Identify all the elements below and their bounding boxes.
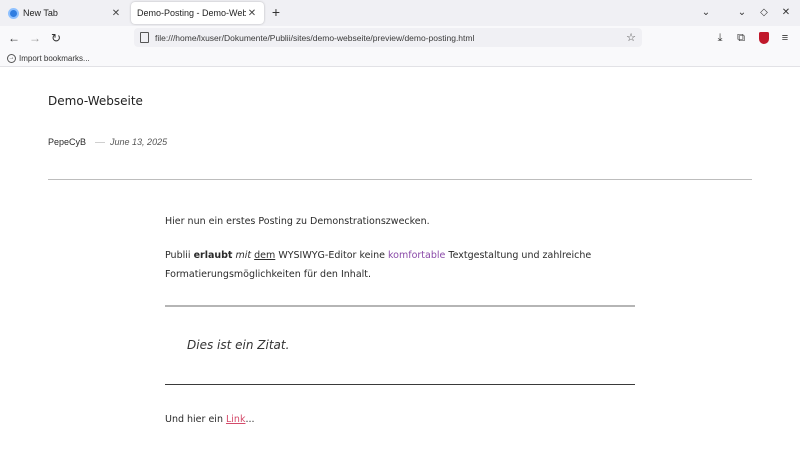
meta-separator <box>95 141 106 143</box>
reload-icon[interactable]: ↻ <box>48 30 64 46</box>
italic-text: mit <box>235 250 252 261</box>
colored-text: komfortable <box>388 250 446 261</box>
minimize-chevron-icon[interactable]: ⌄ <box>736 7 748 18</box>
tab-title: Demo-Posting - Demo-Webseit <box>137 8 246 18</box>
paragraph-1: Hier nun ein erstes Posting zu Demonstra… <box>165 216 430 227</box>
quote-bottom-border <box>165 384 635 385</box>
author[interactable]: PepeCyB <box>48 137 86 147</box>
post-date: June 13, 2025 <box>110 137 168 147</box>
import-icon: → <box>7 53 16 63</box>
bookmarks-bar: → Import bookmarks... <box>0 50 800 67</box>
close-window-icon[interactable]: ✕ <box>780 7 792 18</box>
menu-hamburger-icon[interactable]: ≡ <box>777 30 793 46</box>
bookmark-star-icon[interactable]: ☆ <box>626 31 636 44</box>
url-bar[interactable]: file:///home/lxuser/Dokumente/Publii/sit… <box>134 28 642 47</box>
site-title[interactable]: Demo-Webseite <box>48 94 143 108</box>
page-icon <box>140 32 149 43</box>
tab-title: New Tab <box>23 8 58 18</box>
import-bookmarks-link[interactable]: Import bookmarks... <box>19 54 90 63</box>
link[interactable]: Link <box>226 414 245 425</box>
bold-text: erlaubt <box>193 250 233 261</box>
firefox-icon <box>8 7 19 19</box>
post-meta: PepeCyB June 13, 2025 <box>48 137 167 147</box>
extensions-icon[interactable]: ⧉ <box>733 30 749 46</box>
blockquote: Dies ist ein Zitat. <box>187 338 290 352</box>
header-divider <box>48 179 752 180</box>
forward-arrow-icon[interactable]: → <box>27 30 43 46</box>
new-tab-plus-icon[interactable]: + <box>268 4 284 20</box>
underlined-text: dem <box>254 250 276 261</box>
paragraph-2: Publii erlaubt mit dem WYSIWYG-Editor ke… <box>165 250 592 280</box>
tab-new-tab[interactable]: New Tab ✕ <box>2 2 128 24</box>
paragraph-3: Und hier ein Link... <box>165 414 255 425</box>
url-text[interactable]: file:///home/lxuser/Dokumente/Publii/sit… <box>155 33 626 43</box>
restore-diamond-icon[interactable]: ◇ <box>758 7 770 18</box>
close-tab-icon[interactable]: ✕ <box>110 7 122 19</box>
downloads-icon[interactable]: ⤓ <box>712 30 728 46</box>
back-arrow-icon[interactable]: ← <box>6 30 22 46</box>
list-tabs-chevron-icon[interactable]: ⌄ <box>699 4 713 20</box>
close-tab-icon[interactable]: ✕ <box>246 7 258 19</box>
tab-demo-posting[interactable]: Demo-Posting - Demo-Webseit ✕ <box>131 2 264 24</box>
tab-bar: New Tab ✕ Demo-Posting - Demo-Webseit ✕ … <box>0 0 800 26</box>
quote-top-border <box>165 305 635 307</box>
ublock-shield-icon[interactable] <box>756 30 772 46</box>
